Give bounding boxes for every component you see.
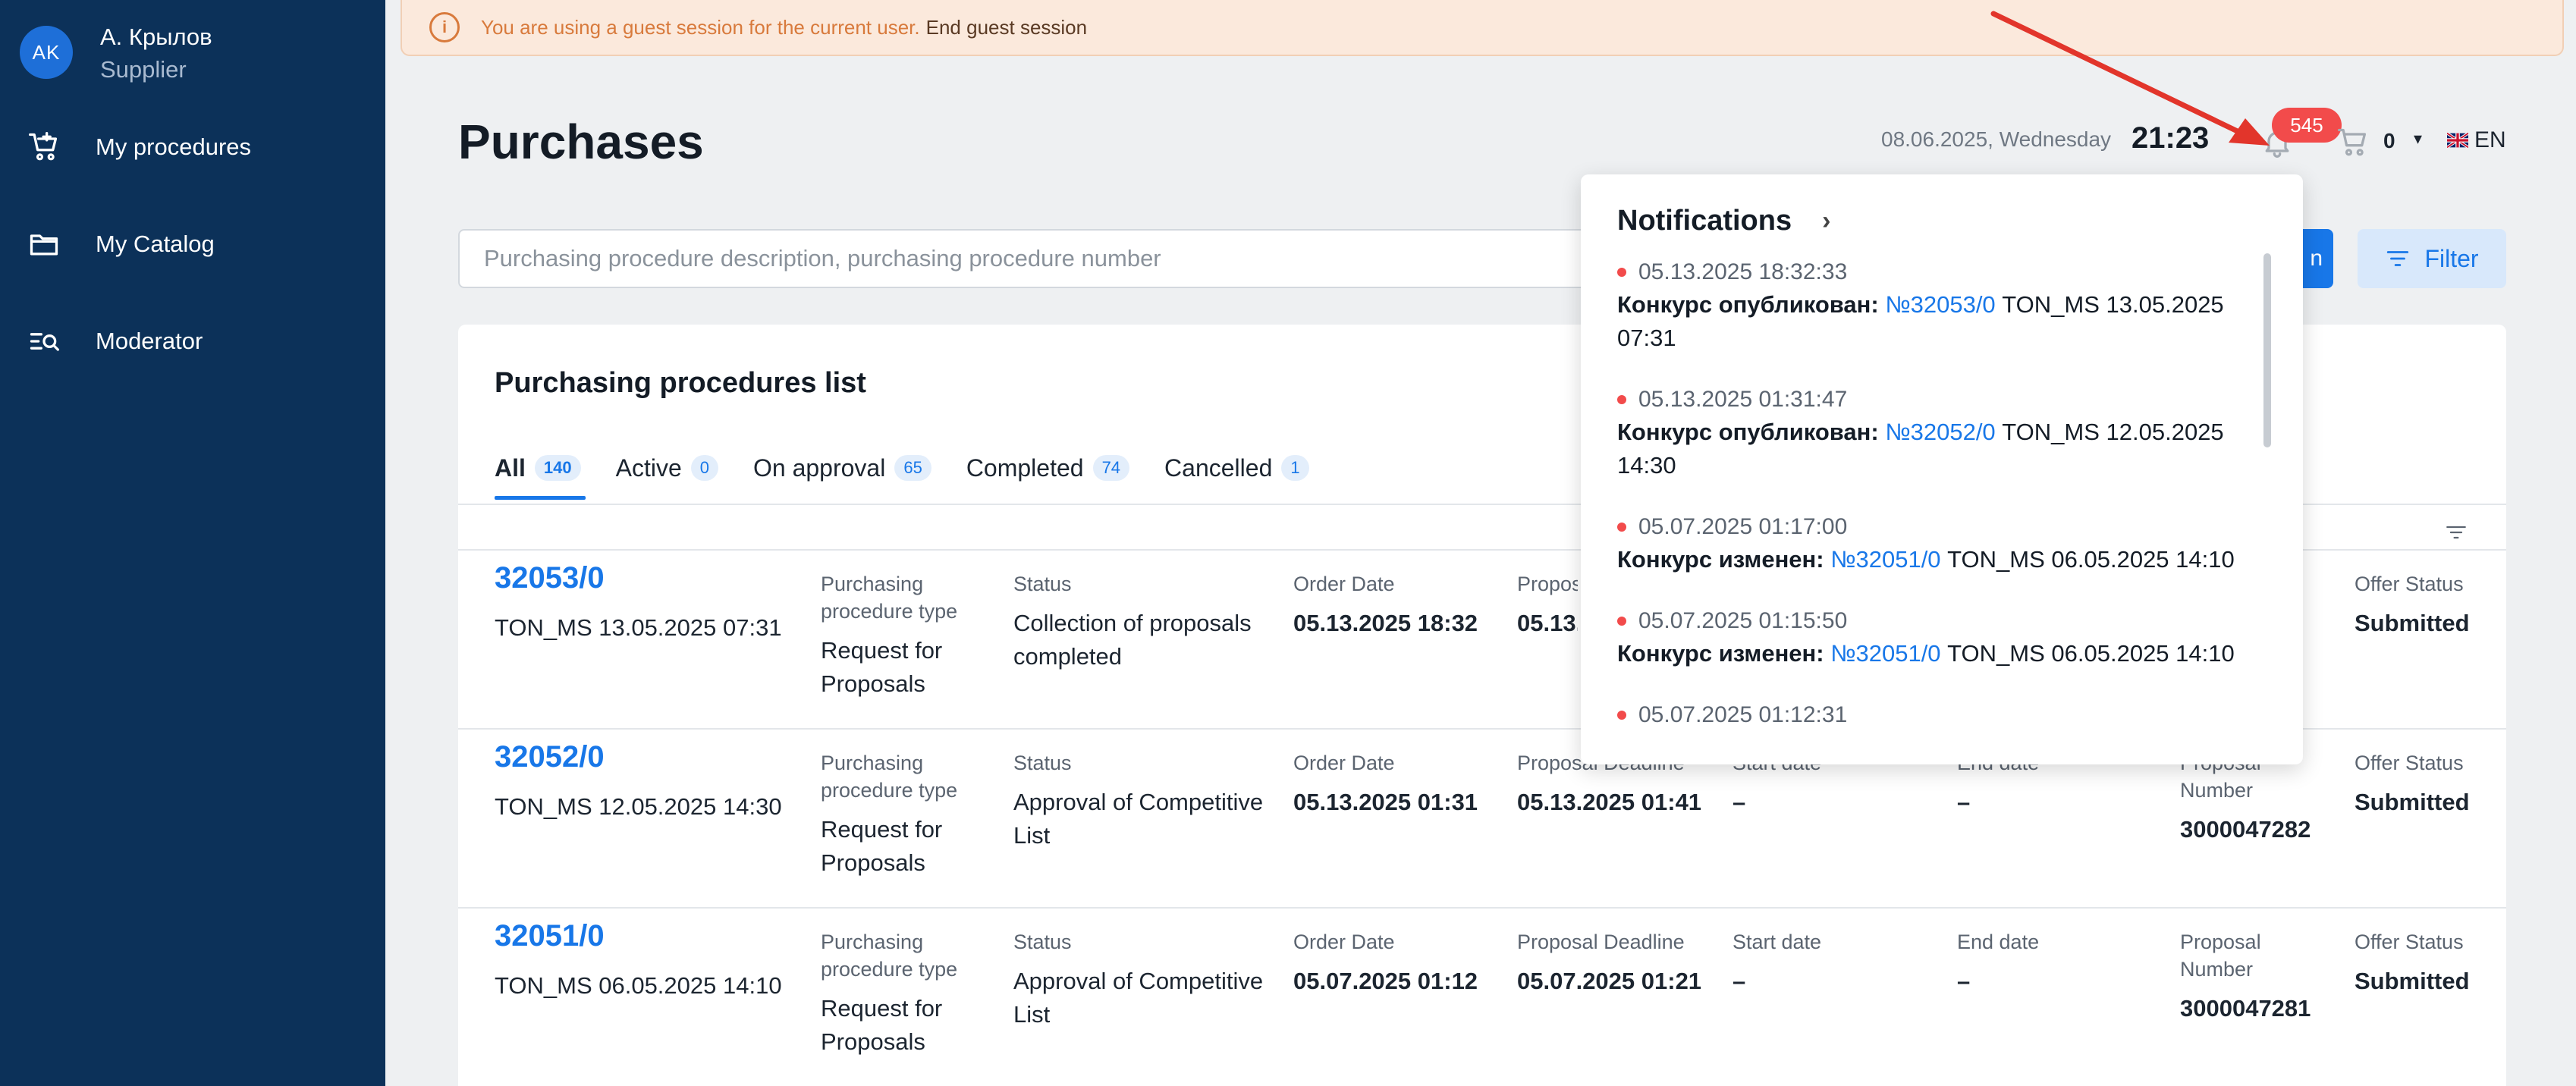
list-title: Purchasing procedures list (495, 367, 866, 399)
sidebar-item-label: My Catalog (96, 231, 215, 257)
unread-dot-icon (1617, 395, 1626, 404)
search-input[interactable] (458, 229, 1596, 288)
notifications-title: Notifications (1617, 205, 1792, 237)
notification-item[interactable]: 05.07.2025 01:12:31 (1617, 699, 2254, 731)
tab-active[interactable]: Active 0 (616, 447, 718, 488)
cart-count: 0 (2383, 129, 2395, 152)
procedure-number-link[interactable]: 32053/0 (495, 561, 605, 595)
user-role: Supplier (100, 56, 187, 83)
filter-icon (2387, 251, 2409, 266)
active-tab-indicator (495, 496, 586, 500)
tab-on-approval[interactable]: On approval 65 (753, 447, 931, 488)
sidebar-item-my-procedures[interactable]: My procedures (27, 124, 251, 170)
procedure-number-link[interactable]: 32051/0 (495, 919, 605, 953)
tab-count: 74 (1092, 455, 1130, 481)
unread-dot-icon (1617, 268, 1626, 277)
notification-count-badge[interactable]: 545 (2272, 108, 2342, 143)
notifications-scrollbar[interactable] (2263, 253, 2271, 447)
page-title: Purchases (458, 115, 704, 169)
notifications-popover: Notifications › 05.13.2025 18:32:33 Конк… (1581, 174, 2303, 764)
list-search-icon (30, 333, 59, 351)
chevron-right-icon[interactable]: › (1822, 206, 1830, 236)
procedure-number-link[interactable]: 32052/0 (495, 740, 605, 774)
current-date: 08.06.2025, Wednesday (1881, 127, 2112, 151)
caret-down-icon[interactable]: ▾ (2414, 129, 2422, 149)
user-profile[interactable]: AK А. Крылов Supplier (20, 21, 212, 86)
tab-count: 0 (690, 455, 718, 481)
unread-dot-icon (1617, 617, 1626, 626)
avatar[interactable]: AK (20, 26, 73, 79)
filter-button[interactable]: Filter (2358, 229, 2506, 288)
tab-completed[interactable]: Completed 74 (966, 447, 1130, 488)
notification-item[interactable]: 05.13.2025 01:31:47 Конкурс опубликован:… (1617, 384, 2254, 482)
cart-icon[interactable] (2336, 126, 2370, 159)
end-guest-session-link[interactable]: End guest session (926, 16, 1087, 39)
unread-dot-icon (1617, 523, 1626, 532)
column-filter-icon[interactable] (2446, 523, 2467, 541)
sidebar-item-label: Moderator (96, 328, 203, 354)
sidebar: AK А. Крылов Supplier My procedures My C… (0, 0, 385, 1086)
notification-item[interactable]: 05.13.2025 18:32:33 Конкурс опубликован:… (1617, 256, 2254, 355)
procedure-link[interactable]: №32051/0 (1830, 640, 1940, 667)
user-name: А. Крылов (100, 24, 212, 50)
tab-cancelled[interactable]: Cancelled 1 (1164, 447, 1309, 488)
uk-flag-icon (2447, 133, 2468, 148)
folder-icon (30, 234, 58, 256)
tab-count: 65 (894, 455, 931, 481)
status-tabs: All 140 Active 0 On approval 65 Completed 74… (495, 447, 1344, 488)
sidebar-item-label: My procedures (96, 133, 252, 160)
notification-item[interactable]: 05.07.2025 01:15:50 Конкурс изменен: №32… (1617, 605, 2254, 670)
procedure-subtitle: TON_MS 06.05.2025 14:10 (495, 972, 782, 999)
tab-count: 140 (534, 455, 581, 481)
current-time: 21:23 (2131, 121, 2210, 155)
tab-all[interactable]: All 140 (495, 447, 581, 488)
notifications-list: 05.13.2025 18:32:33 Конкурс опубликован:… (1617, 256, 2254, 760)
procedure-subtitle: TON_MS 13.05.2025 07:31 (495, 614, 782, 641)
notification-item[interactable]: 05.07.2025 01:17:00 Конкурс изменен: №32… (1617, 511, 2254, 576)
tab-count: 1 (1281, 455, 1309, 481)
procedure-link[interactable]: №32052/0 (1885, 419, 1995, 445)
language-selector[interactable]: EN (2447, 127, 2506, 153)
procedure-link[interactable]: №32053/0 (1885, 291, 1995, 318)
cart-plus-icon (29, 132, 58, 161)
guest-session-banner: i You are using a guest session for the … (401, 0, 2564, 56)
sidebar-item-my-catalog[interactable]: My Catalog (27, 221, 215, 267)
language-label: EN (2474, 127, 2506, 152)
banner-text: You are using a guest session for the cu… (481, 15, 920, 39)
procedure-subtitle: TON_MS 12.05.2025 14:30 (495, 793, 782, 820)
info-icon: i (429, 12, 460, 42)
sidebar-item-moderator[interactable]: Moderator (27, 319, 203, 364)
table-row[interactable]: 32051/0 TON_MS 06.05.2025 14:10 Purchasi… (458, 907, 2506, 1086)
unread-dot-icon (1617, 711, 1626, 720)
procedure-link[interactable]: №32051/0 (1830, 546, 1940, 573)
